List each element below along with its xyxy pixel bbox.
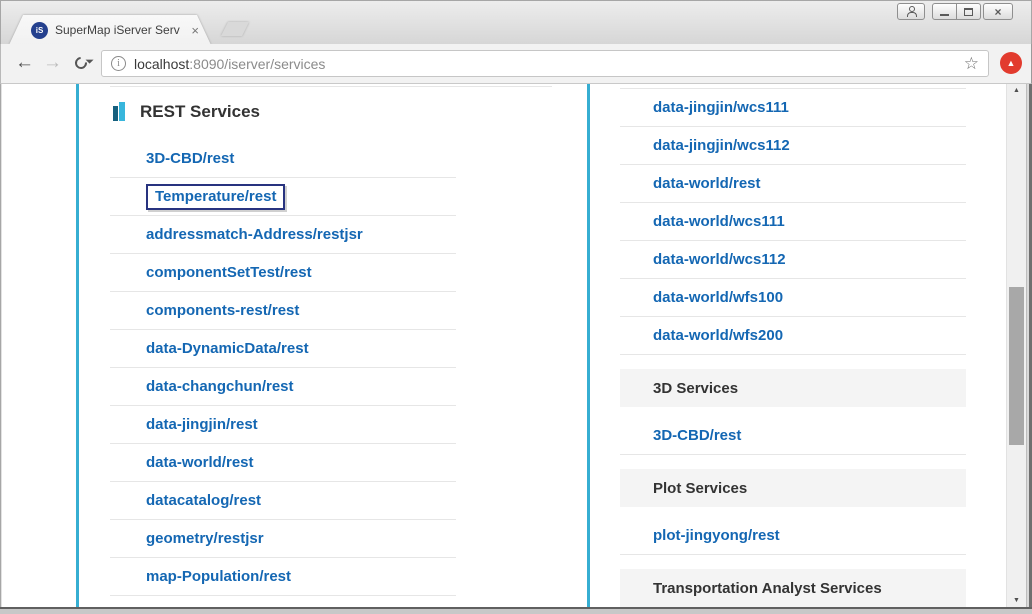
service-link[interactable]: data-world/rest <box>146 454 254 471</box>
url-host: localhost <box>134 56 189 72</box>
extension-button[interactable]: ▲ <box>1000 52 1022 74</box>
list-item: data-DynamicData/rest <box>110 330 456 368</box>
url-path: :8090/iserver/services <box>189 56 325 72</box>
vertical-scrollbar[interactable]: ▲ ▼ <box>1006 84 1026 607</box>
list-item: datacatalog/rest <box>110 482 456 520</box>
new-tab-button[interactable] <box>221 22 249 36</box>
service-link[interactable]: data-jingjin/wcs112 <box>653 137 790 154</box>
list-item: components-rest/rest <box>110 292 456 330</box>
minimize-button[interactable] <box>932 3 957 20</box>
list-item: data-jingjin/wcs112 <box>620 127 966 165</box>
back-icon[interactable]: ← <box>15 52 34 74</box>
browser-top-chrome: iS SuperMap iServer Serv × × <box>0 0 1032 44</box>
services-bookmark-icon <box>113 102 127 122</box>
browser-window: iS SuperMap iServer Serv × × ← → i local… <box>0 0 1032 614</box>
section-header-plot-services: Plot Services <box>620 469 966 507</box>
supermap-favicon-icon: iS <box>31 22 48 39</box>
window-bottom-border <box>0 607 1032 614</box>
service-link[interactable]: datacatalog/rest <box>146 492 261 509</box>
service-link[interactable]: addressmatch-Address/restjsr <box>146 226 363 243</box>
address-bar[interactable]: i localhost:8090/iserver/services ☆ <box>101 50 989 77</box>
section-header-3d-services: 3D Services <box>620 369 966 407</box>
list-item: Temperature/rest <box>110 178 456 216</box>
scroll-up-arrow-icon[interactable]: ▲ <box>1007 87 1026 94</box>
scrollbar-thumb[interactable] <box>1009 287 1024 445</box>
list-item: data-world/rest <box>110 444 456 482</box>
forward-icon[interactable]: → <box>43 52 62 74</box>
service-link[interactable]: componentSetTest/rest <box>146 264 312 281</box>
divider <box>110 86 552 87</box>
section-header-transportation-analyst: Transportation Analyst Services <box>620 569 966 607</box>
service-link[interactable]: plot-jingyong/rest <box>653 527 780 544</box>
rest-services-heading: REST Services <box>113 96 260 128</box>
list-item: data-world/wfs100 <box>620 279 966 317</box>
list-item: data-world/rest <box>620 165 966 203</box>
services-overview-list: data-jingjin/wcs111 data-jingjin/wcs112 … <box>620 88 966 607</box>
service-link[interactable]: 3D-CBD/rest <box>146 150 234 167</box>
service-link[interactable]: geometry/restjsr <box>146 530 264 547</box>
service-link[interactable]: data-world/wcs112 <box>653 251 786 268</box>
list-item: data-changchun/rest <box>110 368 456 406</box>
window-close-button[interactable]: × <box>983 3 1013 20</box>
service-link[interactable]: data-world/wcs111 <box>653 213 785 230</box>
list-item: map-Population/rest <box>110 558 456 596</box>
extension-arrow-icon: ▲ <box>1007 59 1016 68</box>
maximize-icon <box>964 8 973 16</box>
window-close-icon: × <box>994 6 1001 18</box>
service-link[interactable]: data-changchun/rest <box>146 378 294 395</box>
service-link-temperature[interactable]: Temperature/rest <box>146 184 285 210</box>
profile-button[interactable] <box>897 3 925 20</box>
service-link[interactable]: 3D-CBD/rest <box>653 427 741 444</box>
list-item: geometry/restjsr <box>110 520 456 558</box>
person-icon <box>906 6 916 17</box>
minimize-icon <box>940 14 949 16</box>
service-link[interactable]: data-world/wfs200 <box>653 327 783 344</box>
list-item: data-jingjin/rest <box>110 406 456 444</box>
browser-tab[interactable]: iS SuperMap iServer Serv × <box>9 15 211 45</box>
service-link[interactable]: map-Population/rest <box>146 568 291 585</box>
browser-toolbar: ← → i localhost:8090/iserver/services ☆ … <box>0 44 1032 84</box>
rest-services-panel: REST Services 3D-CBD/rest Temperature/re… <box>76 84 562 607</box>
refresh-icon[interactable] <box>73 55 90 72</box>
scroll-down-arrow-icon[interactable]: ▼ <box>1007 597 1026 604</box>
window-left-border <box>0 84 2 607</box>
page-content: REST Services 3D-CBD/rest Temperature/re… <box>0 84 1032 607</box>
list-item: 3D-CBD/rest <box>110 140 456 178</box>
tab-title: SuperMap iServer Serv <box>55 23 180 37</box>
section-header-label: Plot Services <box>653 480 747 497</box>
service-link[interactable]: data-world/rest <box>653 175 761 192</box>
maximize-button[interactable] <box>957 3 981 20</box>
service-link[interactable]: data-jingjin/wcs111 <box>653 99 789 116</box>
tab-close-icon[interactable]: × <box>191 24 199 37</box>
services-overview-panel: data-jingjin/wcs111 data-jingjin/wcs112 … <box>587 84 1006 607</box>
list-item: addressmatch-Address/restjsr <box>110 216 456 254</box>
list-item: data-world/wcs111 <box>620 203 966 241</box>
list-item: data-world/wfs200 <box>620 317 966 355</box>
service-link[interactable]: data-world/wfs100 <box>653 289 783 306</box>
list-item: 3D-CBD/rest <box>620 417 966 455</box>
service-link[interactable]: data-jingjin/rest <box>146 416 258 433</box>
section-header-label: 3D Services <box>653 380 738 397</box>
rest-services-list: 3D-CBD/rest Temperature/rest addressmatc… <box>110 140 456 596</box>
rest-services-title: REST Services <box>140 102 260 122</box>
list-item: componentSetTest/rest <box>110 254 456 292</box>
list-item: data-jingjin/wcs111 <box>620 89 966 127</box>
bookmark-star-icon[interactable]: ☆ <box>964 55 979 72</box>
list-item: plot-jingyong/rest <box>620 517 966 555</box>
service-link[interactable]: data-DynamicData/rest <box>146 340 309 357</box>
service-link[interactable]: components-rest/rest <box>146 302 299 319</box>
section-header-label: Transportation Analyst Services <box>653 580 882 597</box>
window-right-border <box>1026 84 1032 607</box>
url-text[interactable]: localhost:8090/iserver/services <box>134 56 325 72</box>
page-info-icon[interactable]: i <box>111 56 126 71</box>
list-item: data-world/wcs112 <box>620 241 966 279</box>
